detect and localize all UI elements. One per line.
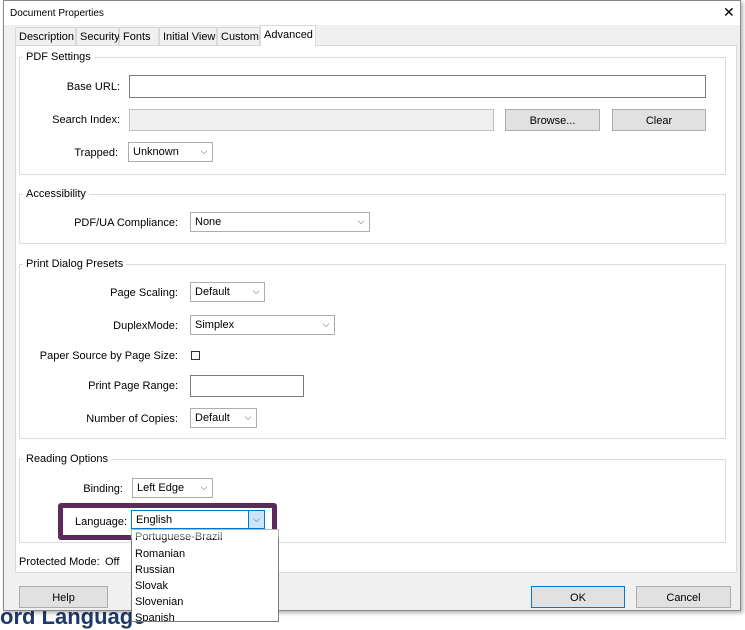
duplex-value: Simplex xyxy=(195,319,235,331)
binding-value: Left Edge xyxy=(137,482,185,494)
pdfua-select[interactable]: None ⌵ xyxy=(190,212,370,232)
print-presets-title: Print Dialog Presets xyxy=(23,258,127,270)
cancel-button[interactable]: Cancel xyxy=(636,586,731,608)
pdfua-label: PDF/UA Compliance: xyxy=(74,217,178,229)
copies-select[interactable]: Default ⌵ xyxy=(190,408,257,428)
copies-label: Number of Copies: xyxy=(86,413,178,425)
pdfua-value: None xyxy=(195,216,222,228)
language-option[interactable]: Romanian xyxy=(135,548,185,560)
title-bar: Document Properties ✕ xyxy=(4,1,740,25)
reading-options-title: Reading Options xyxy=(23,453,111,465)
chevron-down-icon: ⌵ xyxy=(244,412,252,422)
trapped-label: Trapped: xyxy=(74,147,118,159)
language-dropdown-list[interactable]: Portuguese-Brazil Romanian Russian Slova… xyxy=(131,529,279,622)
tab-advanced[interactable]: Advanced xyxy=(260,25,316,46)
paper-source-label: Paper Source by Page Size: xyxy=(39,350,178,362)
tab-security[interactable]: Security xyxy=(76,27,120,45)
protected-mode-label: Protected Mode: xyxy=(19,556,100,568)
pdf-settings-title: PDF Settings xyxy=(23,51,94,63)
page-scaling-select[interactable]: Default ⌵ xyxy=(190,282,265,302)
paper-source-checkbox[interactable] xyxy=(191,351,200,360)
duplex-label: DuplexMode: xyxy=(113,320,178,332)
browse-button[interactable]: Browse... xyxy=(505,109,600,131)
chevron-down-icon: ⌵ xyxy=(357,216,365,226)
binding-select[interactable]: Left Edge ⌵ xyxy=(132,478,213,498)
accessibility-title: Accessibility xyxy=(23,188,89,200)
search-index-label: Search Index: xyxy=(52,114,120,126)
search-index-input[interactable] xyxy=(129,109,494,131)
base-url-label: Base URL: xyxy=(66,81,120,93)
language-label: Language: xyxy=(75,516,127,528)
language-value: English xyxy=(136,514,173,526)
page-scaling-label: Page Scaling: xyxy=(110,287,178,299)
chevron-down-icon: ⌵ xyxy=(322,319,330,329)
close-icon[interactable]: ✕ xyxy=(723,4,735,21)
language-option[interactable]: Slovak xyxy=(135,580,168,592)
help-button[interactable]: Help xyxy=(19,586,108,608)
page-scaling-value: Default xyxy=(195,286,230,298)
clear-button[interactable]: Clear xyxy=(612,109,706,131)
tab-description[interactable]: Description xyxy=(15,27,76,45)
dialog-title: Document Properties xyxy=(10,8,104,19)
dropdown-clip xyxy=(131,529,279,538)
chevron-down-icon: ⌵ xyxy=(200,482,208,492)
tab-initial-view[interactable]: Initial View xyxy=(159,27,217,45)
trapped-select[interactable]: Unknown ⌵ xyxy=(128,142,213,162)
duplex-select[interactable]: Simplex ⌵ xyxy=(190,315,335,335)
copies-value: Default xyxy=(195,412,230,424)
language-select[interactable]: English ⌵ xyxy=(131,510,265,529)
page-range-label: Print Page Range: xyxy=(88,380,178,392)
chevron-down-icon: ⌵ xyxy=(248,511,264,528)
chevron-down-icon: ⌵ xyxy=(200,146,208,156)
protected-mode-value: Off xyxy=(105,556,120,568)
tab-custom[interactable]: Custom xyxy=(217,27,260,45)
chevron-down-icon: ⌵ xyxy=(252,286,260,296)
base-url-input[interactable] xyxy=(129,75,706,98)
binding-label: Binding: xyxy=(83,483,123,495)
tab-fonts[interactable]: Fonts xyxy=(119,27,159,45)
language-option[interactable]: Slovenian xyxy=(135,596,183,608)
ok-button[interactable]: OK xyxy=(531,586,625,608)
trapped-value: Unknown xyxy=(133,146,179,158)
language-option[interactable]: Spanish xyxy=(135,612,175,621)
language-option[interactable]: Russian xyxy=(135,564,175,576)
page-range-input[interactable] xyxy=(190,375,304,397)
